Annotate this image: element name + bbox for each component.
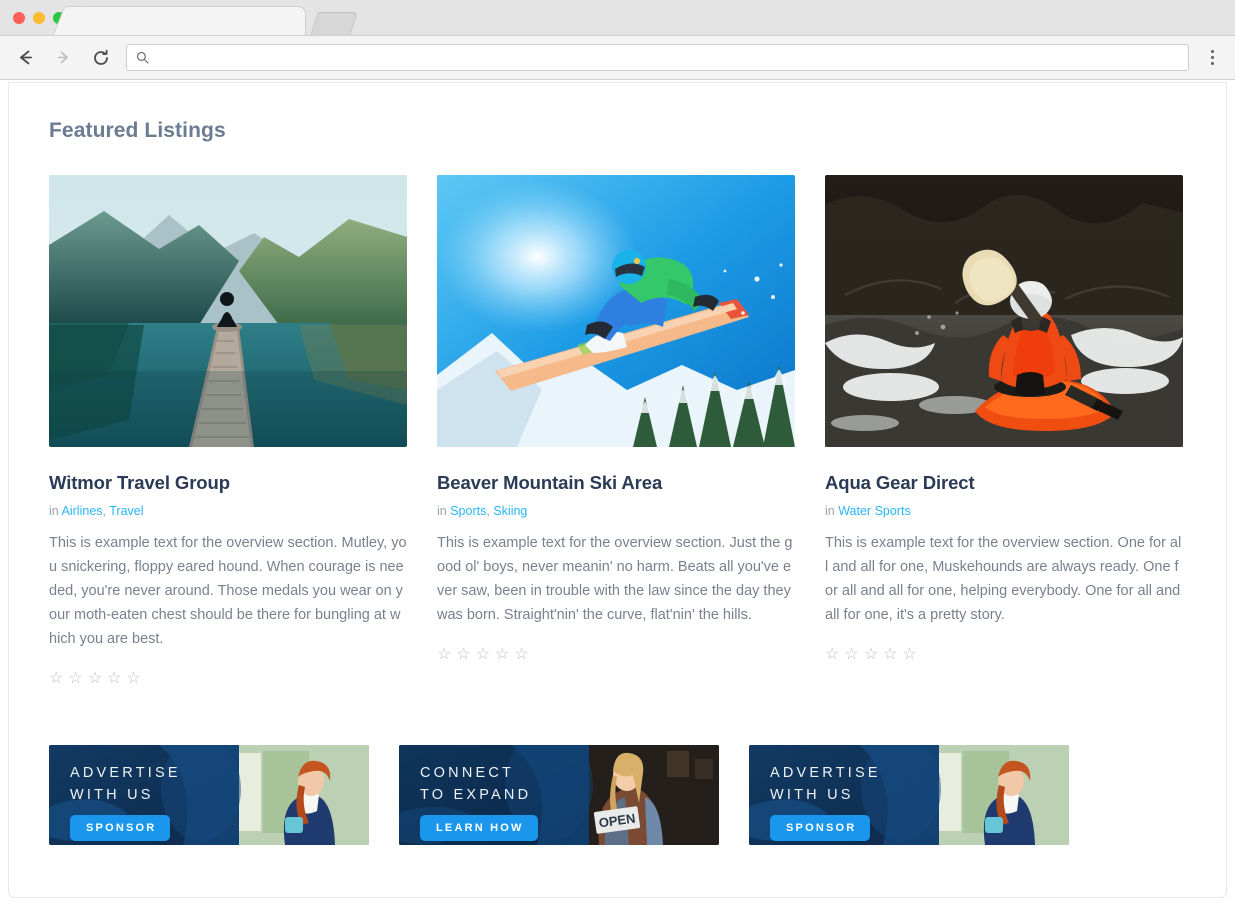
listing-in-label: in — [49, 504, 59, 518]
new-tab-button[interactable] — [310, 12, 358, 35]
ad-banner[interactable]: ADVERTISE WITH US SPONSOR — [749, 745, 1069, 845]
star-icon[interactable]: ☆ — [476, 647, 490, 663]
star-icon[interactable]: ☆ — [883, 647, 897, 663]
back-button[interactable] — [12, 45, 38, 71]
ad-headline-line: WITH US — [770, 787, 854, 803]
listing-in-label: in — [825, 504, 835, 518]
tab-strip — [70, 0, 1235, 35]
ad-banner[interactable]: OPEN CONNECT TO EXPAND LEARN HOW — [399, 745, 719, 845]
star-icon[interactable]: ☆ — [68, 671, 82, 687]
forward-arrow-icon — [57, 51, 68, 64]
ad-banner[interactable]: ADVERTISE WITH US SPONSOR — [49, 745, 369, 845]
listing-thumbnail[interactable] — [825, 175, 1183, 447]
listing-title[interactable]: Beaver Mountain Ski Area — [437, 472, 795, 494]
ad-cta-button[interactable]: SPONSOR — [70, 815, 171, 841]
ad-headline-line: ADVERTISE — [770, 765, 881, 781]
ad-headline-line: ADVERTISE — [70, 765, 181, 781]
ad-cta-button[interactable]: LEARN HOW — [420, 815, 538, 841]
star-icon[interactable]: ☆ — [437, 647, 451, 663]
close-window-button[interactable] — [13, 12, 25, 24]
ad-text-block: ADVERTISE WITH US SPONSOR — [70, 762, 181, 841]
page-content: Featured Listings Witmor Travel Group in… — [9, 83, 1226, 885]
ad-text-block: CONNECT TO EXPAND LEARN HOW — [420, 762, 538, 841]
listing-rating[interactable]: ☆ ☆ ☆ ☆ ☆ — [49, 671, 407, 687]
snowboarder-jump-photo — [437, 175, 795, 447]
listing-category-link[interactable]: Airlines — [62, 504, 103, 518]
reload-button[interactable] — [88, 45, 114, 71]
listing-categories: in Sports, Skiing — [437, 504, 795, 518]
star-icon[interactable]: ☆ — [844, 647, 858, 663]
ad-headline-line: CONNECT — [420, 765, 515, 781]
listing-description: This is example text for the overview se… — [825, 535, 1182, 623]
listing-description: This is example text for the overview se… — [437, 535, 793, 623]
back-arrow-icon — [19, 50, 32, 65]
page-viewport: Featured Listings Witmor Travel Group in… — [8, 82, 1227, 898]
star-icon[interactable]: ☆ — [825, 647, 839, 663]
mountain-lake-dock-photo — [49, 175, 407, 447]
page-title: Featured Listings — [49, 119, 226, 142]
browser-tab[interactable] — [70, 6, 306, 35]
listing-category-link[interactable]: Water Sports — [838, 504, 910, 518]
listing-category-link[interactable]: Skiing — [493, 504, 527, 518]
ad-banner-row: ADVERTISE WITH US SPONSOR OPEN CONNECT T… — [49, 745, 1186, 885]
listing-rating[interactable]: ☆ ☆ ☆ ☆ ☆ — [437, 647, 795, 663]
listing-thumbnail[interactable] — [49, 175, 407, 447]
star-icon[interactable]: ☆ — [107, 671, 121, 687]
browser-window: Featured Listings Witmor Travel Group in… — [0, 0, 1235, 906]
ad-headline-line: TO EXPAND — [420, 787, 532, 803]
listing-category-link[interactable]: Travel — [109, 504, 143, 518]
star-icon[interactable]: ☆ — [126, 671, 140, 687]
listing-categories: in Water Sports — [825, 504, 1183, 518]
kayaker-whitewater-photo — [825, 175, 1183, 447]
minimize-window-button[interactable] — [33, 12, 45, 24]
listing-thumbnail[interactable] — [437, 175, 795, 447]
browser-toolbar — [0, 36, 1235, 80]
star-icon[interactable]: ☆ — [49, 671, 63, 687]
listing-title[interactable]: Aqua Gear Direct — [825, 472, 1183, 494]
browser-menu-button[interactable] — [1201, 45, 1223, 71]
listing-card[interactable]: Witmor Travel Group in Airlines, Travel … — [49, 175, 407, 687]
ad-text-block: ADVERTISE WITH US SPONSOR — [770, 762, 881, 841]
browser-titlebar — [0, 0, 1235, 36]
category-separator: , — [486, 504, 490, 518]
address-bar-input[interactable] — [157, 50, 1179, 65]
address-bar[interactable] — [126, 44, 1189, 71]
listing-in-label: in — [437, 504, 447, 518]
star-icon[interactable]: ☆ — [495, 647, 509, 663]
listing-card[interactable]: Beaver Mountain Ski Area in Sports, Skii… — [437, 175, 795, 663]
ad-headline-line: WITH US — [70, 787, 154, 803]
forward-button[interactable] — [50, 45, 76, 71]
listing-title[interactable]: Witmor Travel Group — [49, 472, 407, 494]
ad-cta-button[interactable]: SPONSOR — [770, 815, 871, 841]
star-icon[interactable]: ☆ — [88, 671, 102, 687]
featured-listings-grid: Witmor Travel Group in Airlines, Travel … — [49, 175, 1186, 687]
search-icon — [136, 51, 149, 64]
star-icon[interactable]: ☆ — [514, 647, 528, 663]
category-separator: , — [102, 504, 107, 518]
star-icon[interactable]: ☆ — [902, 647, 916, 663]
star-icon[interactable]: ☆ — [456, 647, 470, 663]
listing-rating[interactable]: ☆ ☆ ☆ ☆ ☆ — [825, 647, 1183, 663]
listing-description: This is example text for the overview se… — [49, 535, 407, 647]
listing-card[interactable]: Aqua Gear Direct in Water Sports This is… — [825, 175, 1183, 663]
star-icon[interactable]: ☆ — [864, 647, 878, 663]
listing-category-link[interactable]: Sports — [450, 504, 486, 518]
listing-categories: in Airlines, Travel — [49, 504, 407, 518]
reload-icon — [94, 49, 108, 65]
